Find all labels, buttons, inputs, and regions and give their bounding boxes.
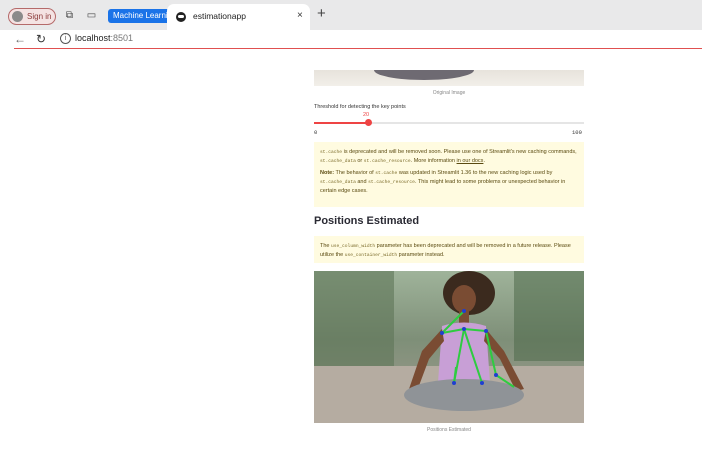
sidebar-icon[interactable]: ▭	[86, 10, 97, 21]
tab-title: estimationapp	[193, 11, 246, 21]
address-bar-row: ← ↻ i localhost:8501	[0, 30, 702, 48]
reload-icon[interactable]: ↻	[36, 32, 46, 46]
column-width-warning: The use_column_width parameter has been …	[314, 236, 584, 263]
close-tab-icon[interactable]: ×	[297, 10, 303, 21]
loading-progress-line	[14, 48, 702, 49]
slider-fill	[314, 122, 368, 124]
slider-value: 20	[363, 112, 370, 118]
slider-max: 100	[572, 129, 582, 136]
browser-tab-bar: Sign in ⧉ ▭ Machine Learning estimationa…	[0, 0, 702, 30]
cache-warning-text: st.cache is deprecated and will be remov…	[320, 149, 577, 164]
slider-thumb[interactable]	[364, 119, 372, 126]
original-image	[314, 70, 584, 86]
section-title: Positions Estimated	[314, 215, 420, 227]
collections-icon[interactable]: ⧉	[64, 10, 75, 21]
slider-min: 0	[314, 129, 318, 136]
tab-estimationapp[interactable]: estimationapp ×	[167, 4, 310, 30]
original-image-caption: Original Image	[432, 90, 466, 96]
profile-icon	[12, 11, 23, 22]
back-arrow-icon[interactable]: ←	[14, 32, 26, 46]
cache-deprecation-warning: st.cache is deprecated and will be remov…	[314, 142, 584, 207]
pose-estimation-image	[314, 271, 584, 423]
new-tab-icon[interactable]: +	[317, 5, 326, 22]
positions-estimated-caption: Positions Estimated	[427, 427, 471, 433]
url-text: localhost:8501	[75, 33, 134, 43]
site-info-icon[interactable]: i	[60, 33, 71, 44]
streamlit-favicon-icon	[176, 12, 186, 22]
url-field[interactable]: i localhost:8501	[57, 32, 702, 46]
slider-label: Threshold for detecting the key points	[314, 104, 406, 110]
slider-track[interactable]	[314, 122, 584, 124]
sign-in-button[interactable]: Sign in	[8, 8, 56, 25]
cache-note-text: Note: The behavior of st.cache was updat…	[320, 170, 566, 194]
sign-in-label: Sign in	[27, 12, 52, 21]
docs-link[interactable]: in our docs	[457, 158, 484, 164]
